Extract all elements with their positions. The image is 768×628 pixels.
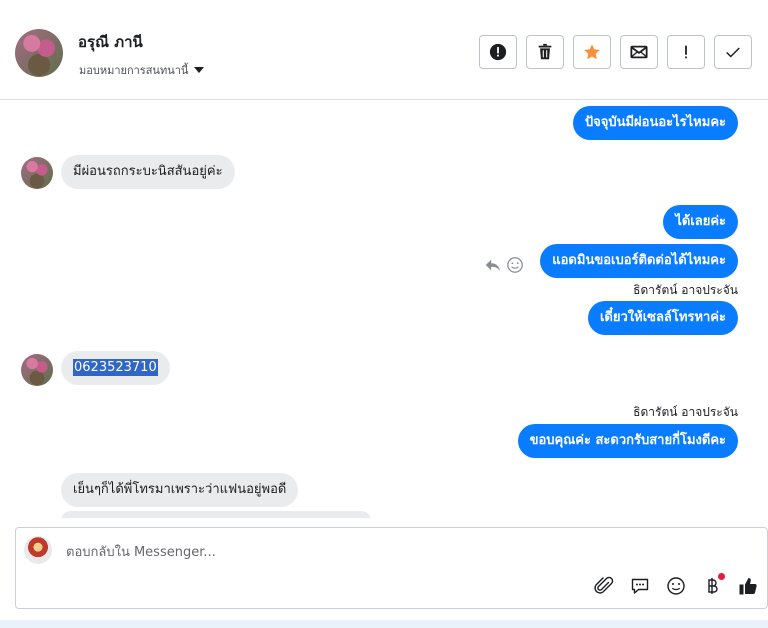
mark-unread-button[interactable] (620, 35, 658, 69)
composer-tools (593, 573, 759, 597)
reply-icon[interactable] (484, 256, 502, 274)
delete-button[interactable] (526, 35, 564, 69)
contact-avatar-small (21, 354, 53, 386)
payment-button[interactable] (701, 573, 725, 597)
paperclip-icon (594, 576, 614, 594)
outgoing-message[interactable]: ได้เลยค่ะ (663, 205, 738, 239)
exclamation-icon (685, 45, 687, 59)
emoji-button[interactable] (665, 575, 687, 597)
outgoing-message[interactable]: ปัจจุบันมีผ่อนอะไรไหมคะ (572, 106, 738, 140)
selected-phone-number[interactable]: 0623523710 (73, 359, 158, 376)
outgoing-message[interactable]: เดี๋ยวให้เซลล์โทรหาค่ะ (587, 301, 738, 335)
star-icon (584, 44, 600, 60)
message-tools (484, 256, 524, 274)
contact-name[interactable]: อรุณี ภานี (78, 30, 143, 54)
reply-composer (15, 527, 768, 609)
caret-down-icon (194, 67, 205, 73)
header-actions (479, 35, 752, 69)
like-button[interactable] (737, 575, 759, 597)
partially-visible-message (61, 511, 371, 518)
sender-name: ธิดารัตน์ อาจประจัน (633, 283, 738, 297)
incoming-message[interactable]: เย็นๆก็ได้พี่โทรมาเพราะว่าแฟนอยู่พอดี (61, 473, 299, 507)
mail-icon (630, 45, 648, 59)
contact-avatar[interactable] (15, 29, 63, 77)
bottom-strip (0, 620, 768, 628)
check-icon (726, 47, 740, 58)
react-smiley-icon[interactable] (506, 256, 524, 274)
trash-icon (538, 43, 552, 60)
smiley-icon (667, 577, 685, 595)
spam-button[interactable] (479, 35, 517, 69)
assign-conversation-dropdown[interactable]: มอบหมายการสนทนานี้ (79, 61, 205, 79)
done-button[interactable] (714, 35, 752, 69)
agent-avatar (24, 536, 52, 564)
incoming-message[interactable]: มีผ่อนรถกระบะนิสสันอยู่ค่ะ (61, 155, 235, 189)
outgoing-message[interactable]: แอดมินขอเบอร์ติดต่อได้ไหมคะ (540, 244, 738, 278)
reply-input[interactable] (64, 538, 748, 566)
conversation-header: อรุณี ภานี มอบหมายการสนทนานี้ (0, 6, 768, 100)
saved-replies-button[interactable] (629, 575, 651, 597)
follow-up-button[interactable] (667, 35, 705, 69)
star-button[interactable] (573, 35, 611, 69)
chat-bubble-icon (631, 578, 649, 594)
alert-circle-icon (489, 43, 507, 61)
contact-avatar-small (21, 157, 53, 189)
message-thread[interactable]: ปัจจุบันมีผ่อนอะไรไหมคะ มีผ่อนรถกระบะนิส… (0, 100, 768, 518)
incoming-message[interactable]: 0623523710 (61, 351, 170, 385)
assign-label: มอบหมายการสนทนานี้ (79, 64, 189, 77)
attach-button[interactable] (593, 575, 615, 597)
outgoing-message[interactable]: ขอบคุณค่ะ สะดวกรับสายกี่โมงดีคะ (517, 424, 738, 458)
sender-name: ธิดารัตน์ อาจประจัน (633, 405, 738, 419)
notification-dot (718, 573, 725, 580)
thumbs-up-icon (739, 578, 757, 595)
